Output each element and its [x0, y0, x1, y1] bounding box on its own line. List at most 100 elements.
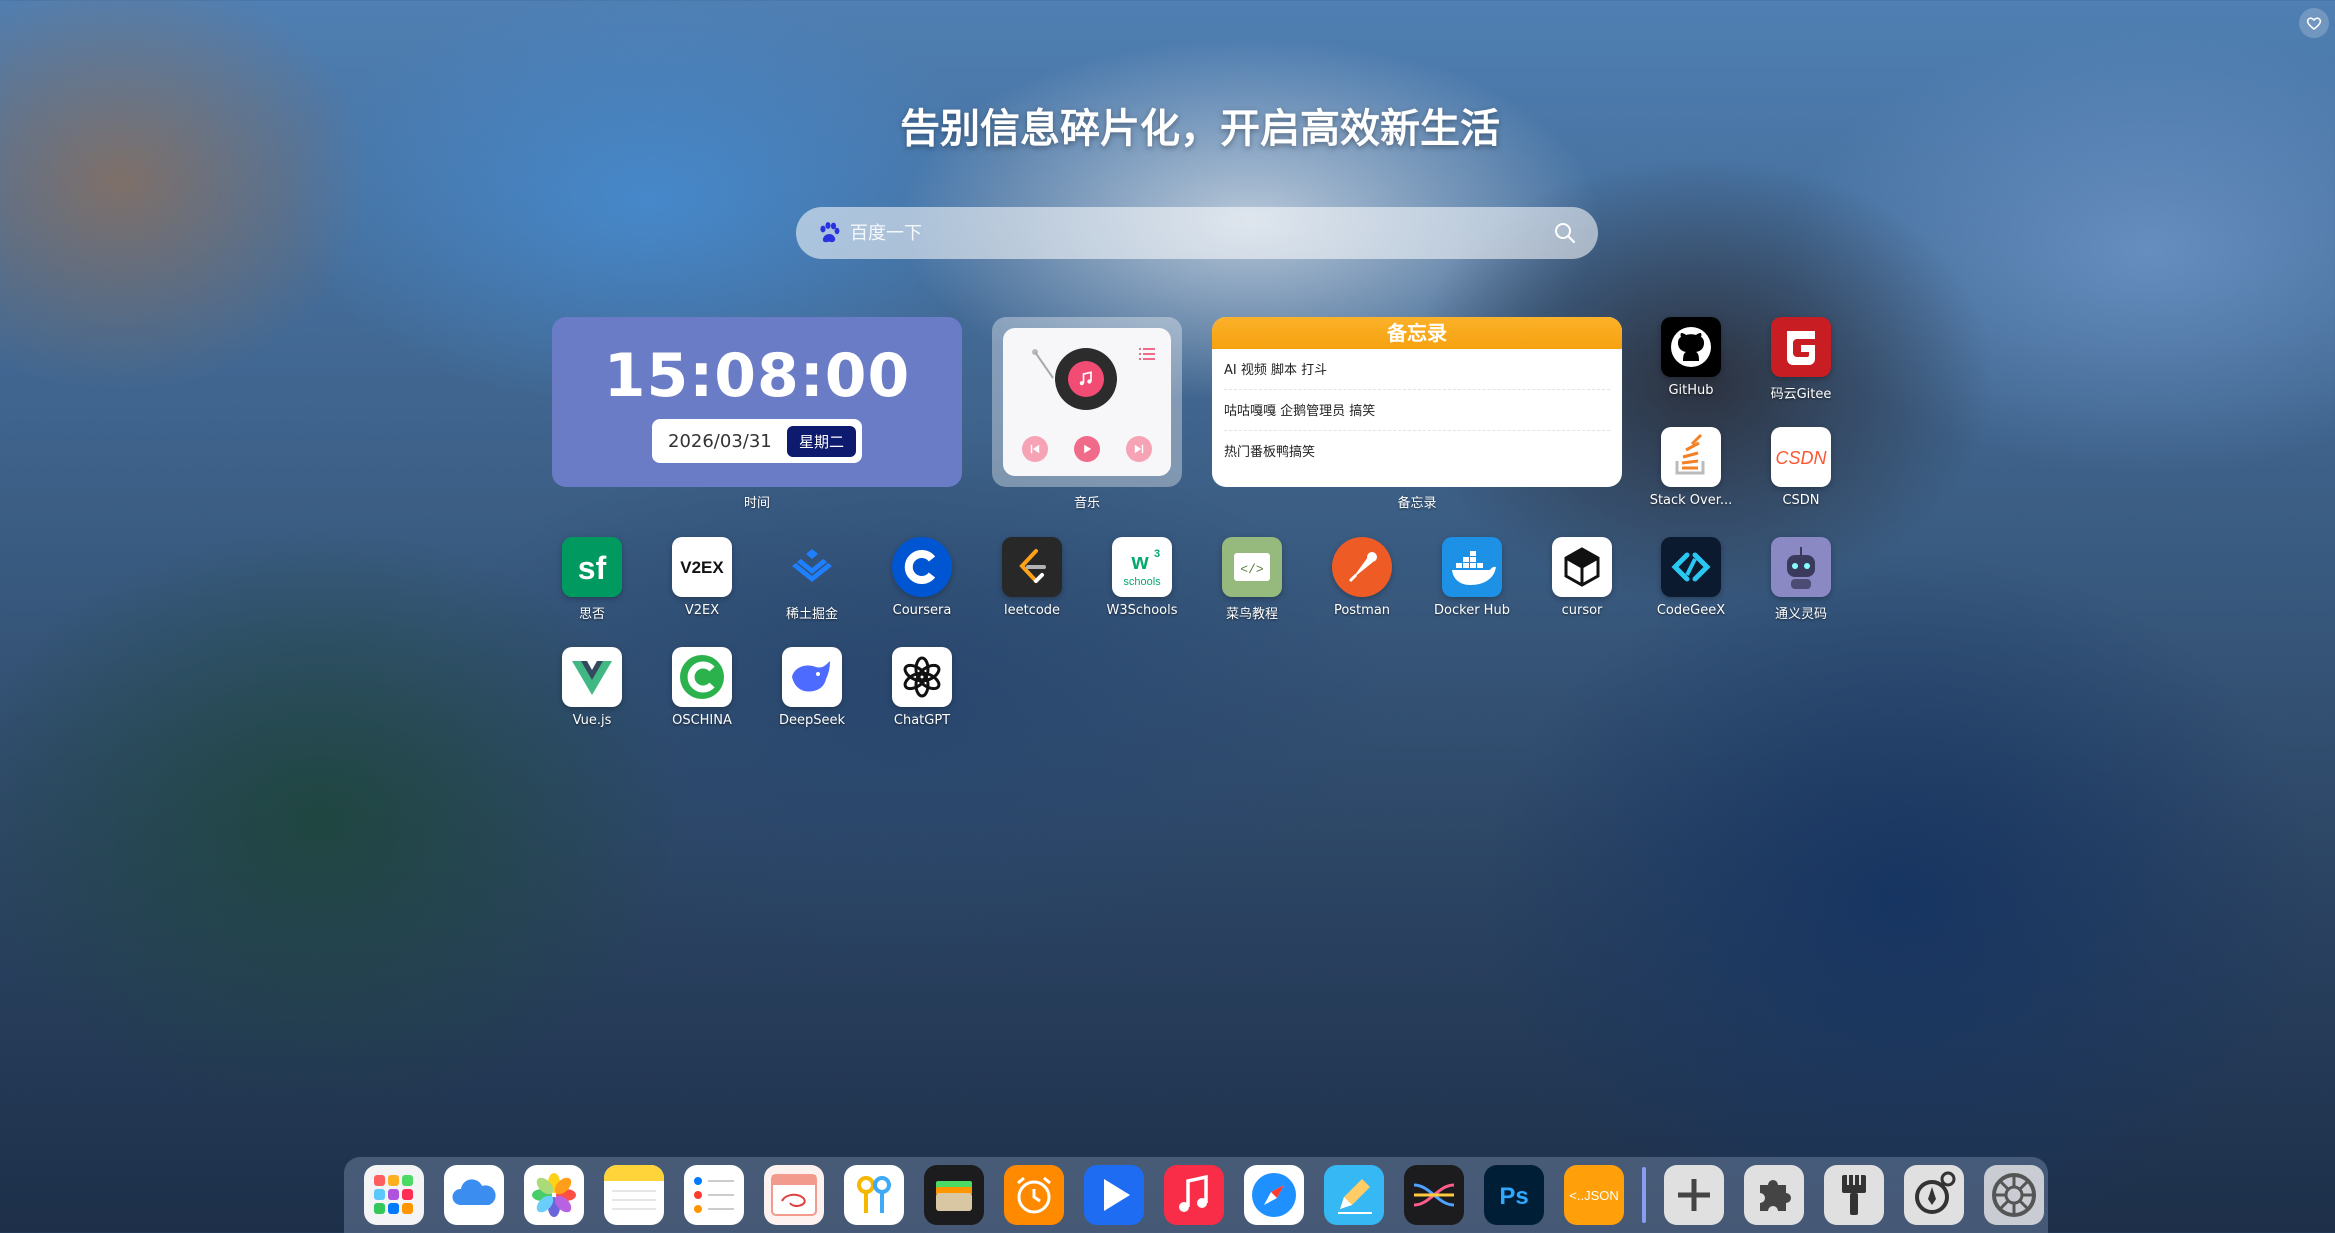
skip-forward-icon — [1134, 444, 1144, 454]
svg-text:w: w — [1130, 549, 1149, 574]
clock-date: 2026/03/31 — [668, 430, 772, 452]
svg-text:</>: </> — [1240, 562, 1264, 577]
docker-icon — [1442, 537, 1502, 597]
play-icon[interactable] — [1084, 1165, 1144, 1225]
split-icon[interactable] — [1404, 1165, 1464, 1225]
leetcode-icon — [1002, 537, 1062, 597]
juejin-icon — [782, 537, 842, 597]
v2ex-icon: V2EX — [672, 537, 732, 597]
compass-gear-icon[interactable] — [1904, 1165, 1964, 1225]
app-gitee[interactable]: 码云Gitee — [1746, 317, 1856, 402]
app-csdn[interactable]: CSDN CSDN — [1746, 427, 1856, 508]
chatgpt-icon — [892, 647, 952, 707]
deepseek-icon — [782, 647, 842, 707]
clock-caption: 时间 — [743, 496, 770, 511]
postman-icon — [1332, 537, 1392, 597]
music-widget[interactable] — [992, 317, 1182, 487]
csdn-icon: CSDN — [1771, 427, 1831, 487]
memo-item[interactable]: 热门番板鸭搞笑 — [1224, 431, 1610, 472]
brush-icon[interactable] — [1824, 1165, 1884, 1225]
reminders-icon[interactable] — [684, 1165, 744, 1225]
pencil-icon[interactable] — [1324, 1165, 1384, 1225]
play-icon — [1084, 444, 1092, 454]
music-icon[interactable] — [1164, 1165, 1224, 1225]
coursera-icon — [892, 537, 952, 597]
memo-caption: 备忘录 — [1397, 496, 1437, 511]
baidu-paw-icon — [820, 222, 840, 243]
music-disc[interactable] — [1055, 348, 1117, 410]
memo-item[interactable]: 咕咕嘎嘎 企鹅管理员 搞笑 — [1224, 390, 1610, 431]
svg-text:V2EX: V2EX — [680, 558, 724, 577]
app-vue[interactable]: Vue.js — [537, 647, 647, 728]
app-leetcode[interactable]: leetcode — [977, 537, 1087, 618]
page-title: 告别信息碎片化，开启高效新生活 — [900, 106, 1500, 152]
music-caption: 音乐 — [1073, 496, 1100, 511]
calendar-icon[interactable] — [764, 1165, 824, 1225]
icloud-icon[interactable] — [444, 1165, 504, 1225]
memo-title: 备忘录 — [1212, 317, 1622, 349]
notes-icon[interactable] — [604, 1165, 664, 1225]
tongyi-icon — [1771, 537, 1831, 597]
launchpad-icon[interactable] — [364, 1165, 424, 1225]
app-postman[interactable]: Postman — [1307, 537, 1417, 618]
app-w3schools[interactable]: w 3 schools W3Schools — [1087, 537, 1197, 618]
app-cursor[interactable]: cursor — [1527, 537, 1637, 618]
oschina-icon — [672, 647, 732, 707]
svg-text:<..JSON: <..JSON — [1569, 1188, 1619, 1203]
dock: Ps <..JSON — [344, 1157, 2048, 1233]
app-codegeex[interactable]: CodeGeeX — [1636, 537, 1746, 618]
search-icon[interactable] — [1552, 220, 1578, 246]
next-button[interactable] — [1126, 436, 1152, 462]
music-controls — [1003, 436, 1171, 462]
search-bar[interactable] — [796, 207, 1598, 259]
json-icon[interactable]: <..JSON — [1564, 1165, 1624, 1225]
photoshop-icon[interactable]: Ps — [1484, 1165, 1544, 1225]
app-runoob[interactable]: </> 菜鸟教程 — [1197, 537, 1307, 622]
search-input[interactable] — [850, 222, 1552, 244]
settings-icon[interactable] — [1984, 1165, 2044, 1225]
memo-widget[interactable]: 备忘录 AI 视频 脚本 打斗 咕咕嘎嘎 企鹅管理员 搞笑 热门番板鸭搞笑 — [1212, 317, 1622, 487]
app-stackoverflow[interactable]: Stack Over... — [1636, 427, 1746, 508]
codegeex-icon — [1661, 537, 1721, 597]
svg-text:3: 3 — [1154, 548, 1160, 560]
svg-text:schools: schools — [1123, 576, 1161, 588]
playlist-icon[interactable] — [1137, 344, 1157, 364]
keys-icon[interactable] — [844, 1165, 904, 1225]
app-v2ex[interactable]: V2EX V2EX — [647, 537, 757, 618]
app-segmentfault[interactable]: sf 思否 — [537, 537, 647, 622]
previous-button[interactable] — [1022, 436, 1048, 462]
svg-text:CSDN: CSDN — [1775, 448, 1827, 468]
alarm-icon[interactable] — [1004, 1165, 1064, 1225]
app-oschina[interactable]: OSCHINA — [647, 647, 757, 728]
play-button[interactable] — [1074, 436, 1100, 462]
w3schools-icon: w 3 schools — [1112, 537, 1172, 597]
runoob-icon: </> — [1222, 537, 1282, 597]
cursor-icon — [1552, 537, 1612, 597]
app-juejin[interactable]: 稀土掘金 — [757, 537, 867, 622]
puzzle-icon[interactable] — [1744, 1165, 1804, 1225]
stackoverflow-icon — [1661, 427, 1721, 487]
photos-icon[interactable] — [524, 1165, 584, 1225]
safari-icon[interactable] — [1244, 1165, 1304, 1225]
clock-widget[interactable]: 15:08:00 2026/03/31 星期二 — [552, 317, 962, 487]
app-github[interactable]: GitHub — [1636, 317, 1746, 398]
app-dockerhub[interactable]: Docker Hub — [1417, 537, 1527, 618]
wallet-icon[interactable] — [924, 1165, 984, 1225]
app-tongyi[interactable]: 通义灵码 — [1746, 537, 1856, 622]
segmentfault-icon: sf — [562, 537, 622, 597]
plus-icon[interactable] — [1664, 1165, 1724, 1225]
date-row: 2026/03/31 星期二 — [652, 419, 862, 463]
dock-separator — [1642, 1167, 1646, 1223]
svg-text:Ps: Ps — [1499, 1183, 1528, 1210]
memo-item[interactable]: AI 视频 脚本 打斗 — [1224, 349, 1610, 390]
favorite-button[interactable] — [2299, 8, 2329, 38]
gitee-icon — [1771, 317, 1831, 377]
clock-time: 15:08:00 — [603, 341, 911, 411]
skip-back-icon — [1030, 444, 1040, 454]
music-player — [1003, 328, 1171, 476]
app-chatgpt[interactable]: ChatGPT — [867, 647, 977, 728]
app-deepseek[interactable]: DeepSeek — [757, 647, 867, 728]
music-note-icon — [1079, 371, 1092, 386]
app-coursera[interactable]: Coursera — [867, 537, 977, 618]
vue-icon — [562, 647, 622, 707]
